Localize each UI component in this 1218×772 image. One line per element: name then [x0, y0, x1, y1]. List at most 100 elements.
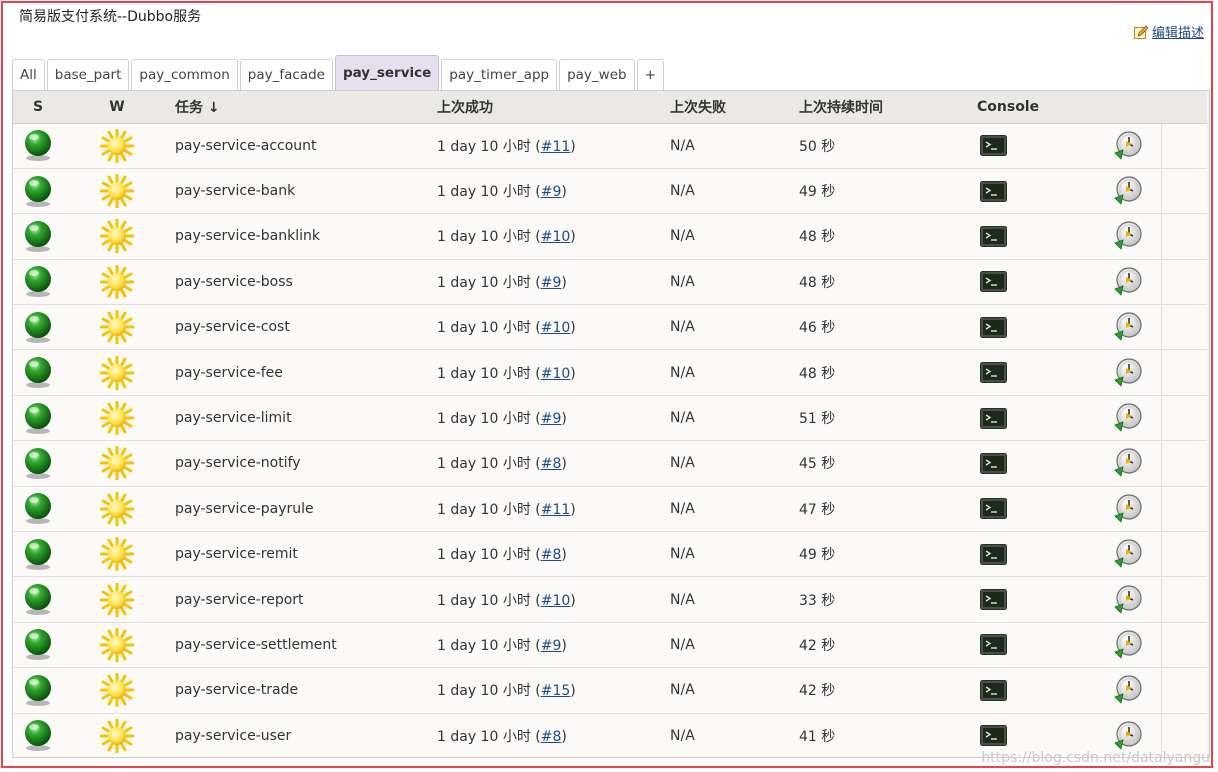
- status-cell[interactable]: [13, 168, 63, 215]
- header-last-success[interactable]: 上次成功: [433, 91, 666, 124]
- console-cell[interactable]: [973, 259, 1099, 306]
- weather-cell[interactable]: [63, 349, 171, 396]
- schedule-build-cell[interactable]: [1099, 576, 1162, 623]
- console-cell[interactable]: [973, 531, 1099, 578]
- weather-cell[interactable]: [63, 395, 171, 442]
- build-link[interactable]: #10: [541, 320, 571, 336]
- build-link[interactable]: #11: [541, 139, 571, 155]
- weather-cell[interactable]: [63, 531, 171, 578]
- tab-base-part[interactable]: base_part: [46, 59, 130, 90]
- status-cell[interactable]: [13, 713, 63, 757]
- schedule-build-cell[interactable]: [1099, 123, 1162, 169]
- job-name-link[interactable]: pay-service-cost: [171, 304, 433, 351]
- console-cell[interactable]: [973, 667, 1099, 714]
- status-cell[interactable]: [13, 123, 63, 169]
- schedule-build-cell[interactable]: [1099, 622, 1162, 669]
- job-name-link[interactable]: pay-service-trade: [171, 667, 433, 714]
- build-link[interactable]: #9: [541, 638, 562, 654]
- build-link[interactable]: #11: [541, 502, 571, 518]
- tab-pay-facade[interactable]: pay_facade: [239, 59, 333, 90]
- job-name-link[interactable]: pay-service-settlement: [171, 622, 433, 669]
- build-link[interactable]: #9: [541, 275, 562, 291]
- schedule-build-cell[interactable]: [1099, 259, 1162, 306]
- status-cell[interactable]: [13, 395, 63, 442]
- weather-cell[interactable]: [63, 667, 171, 714]
- header-last-failure[interactable]: 上次失败: [666, 91, 795, 124]
- build-link[interactable]: #8: [541, 547, 562, 563]
- build-link[interactable]: #10: [541, 229, 571, 245]
- status-cell[interactable]: [13, 531, 63, 578]
- status-cell[interactable]: [13, 304, 63, 351]
- tab-pay-service[interactable]: pay_service: [334, 55, 440, 90]
- job-name-link[interactable]: pay-service-fee: [171, 349, 433, 396]
- header-weather[interactable]: W: [63, 91, 171, 124]
- header-status[interactable]: S: [13, 91, 63, 124]
- last-success-close: ): [570, 683, 576, 700]
- weather-cell[interactable]: [63, 576, 171, 623]
- terminal-icon: [980, 180, 1007, 202]
- status-cell[interactable]: [13, 486, 63, 533]
- weather-cell[interactable]: [63, 486, 171, 533]
- schedule-build-cell[interactable]: [1099, 486, 1162, 533]
- schedule-build-cell[interactable]: [1099, 349, 1162, 396]
- job-name-link[interactable]: pay-service-report: [171, 576, 433, 623]
- weather-cell[interactable]: [63, 168, 171, 215]
- job-name-link[interactable]: pay-service-account: [171, 123, 433, 169]
- job-name-link[interactable]: pay-service-banklink: [171, 213, 433, 260]
- status-cell[interactable]: [13, 622, 63, 669]
- weather-cell[interactable]: [63, 259, 171, 306]
- row-spacer: [1161, 259, 1207, 306]
- tab-pay-common[interactable]: pay_common: [131, 59, 238, 90]
- console-cell[interactable]: [973, 440, 1099, 487]
- console-cell[interactable]: [973, 304, 1099, 351]
- console-cell[interactable]: [973, 576, 1099, 623]
- weather-cell[interactable]: [63, 713, 171, 757]
- status-cell[interactable]: [13, 349, 63, 396]
- status-cell[interactable]: [13, 213, 63, 260]
- header-job-name[interactable]: 任务 ↓: [171, 91, 433, 124]
- build-link[interactable]: #9: [541, 184, 562, 200]
- console-cell[interactable]: [973, 349, 1099, 396]
- schedule-build-cell[interactable]: [1099, 304, 1162, 351]
- job-name-link[interactable]: pay-service-bank: [171, 168, 433, 215]
- job-name-link[interactable]: pay-service-payrule: [171, 486, 433, 533]
- status-cell[interactable]: [13, 259, 63, 306]
- status-cell[interactable]: [13, 576, 63, 623]
- schedule-build-cell[interactable]: [1099, 168, 1162, 215]
- schedule-build-cell[interactable]: [1099, 440, 1162, 487]
- console-cell[interactable]: [973, 213, 1099, 260]
- header-last-duration[interactable]: 上次持续时间: [795, 91, 973, 124]
- job-name-link[interactable]: pay-service-user: [171, 713, 433, 757]
- status-cell[interactable]: [13, 440, 63, 487]
- status-cell[interactable]: [13, 667, 63, 714]
- tab-All[interactable]: All: [12, 59, 45, 90]
- console-cell[interactable]: [973, 168, 1099, 215]
- job-name-link[interactable]: pay-service-limit: [171, 395, 433, 442]
- job-name-link[interactable]: pay-service-boss: [171, 259, 433, 306]
- weather-cell[interactable]: [63, 304, 171, 351]
- build-link[interactable]: #10: [541, 366, 571, 382]
- build-link[interactable]: #10: [541, 593, 571, 609]
- console-cell[interactable]: [973, 395, 1099, 442]
- build-link[interactable]: #9: [541, 411, 562, 427]
- tab-pay-web[interactable]: pay_web: [559, 59, 635, 90]
- build-link[interactable]: #8: [541, 729, 562, 745]
- weather-cell[interactable]: [63, 213, 171, 260]
- build-link[interactable]: #8: [541, 456, 562, 472]
- console-cell[interactable]: [973, 622, 1099, 669]
- console-cell[interactable]: [973, 123, 1099, 169]
- console-cell[interactable]: [973, 486, 1099, 533]
- schedule-build-cell[interactable]: [1099, 531, 1162, 578]
- job-name-link[interactable]: pay-service-remit: [171, 531, 433, 578]
- schedule-build-cell[interactable]: [1099, 213, 1162, 260]
- weather-cell[interactable]: [63, 622, 171, 669]
- weather-cell[interactable]: [63, 123, 171, 169]
- edit-description-link[interactable]: 编辑描述: [1133, 22, 1204, 41]
- build-link[interactable]: #15: [541, 683, 571, 699]
- schedule-build-cell[interactable]: [1099, 667, 1162, 714]
- schedule-build-cell[interactable]: [1099, 395, 1162, 442]
- weather-cell[interactable]: [63, 440, 171, 487]
- add-view-tab[interactable]: +: [636, 59, 664, 90]
- tab-pay-timer-app[interactable]: pay_timer_app: [441, 59, 558, 90]
- job-name-link[interactable]: pay-service-notify: [171, 440, 433, 487]
